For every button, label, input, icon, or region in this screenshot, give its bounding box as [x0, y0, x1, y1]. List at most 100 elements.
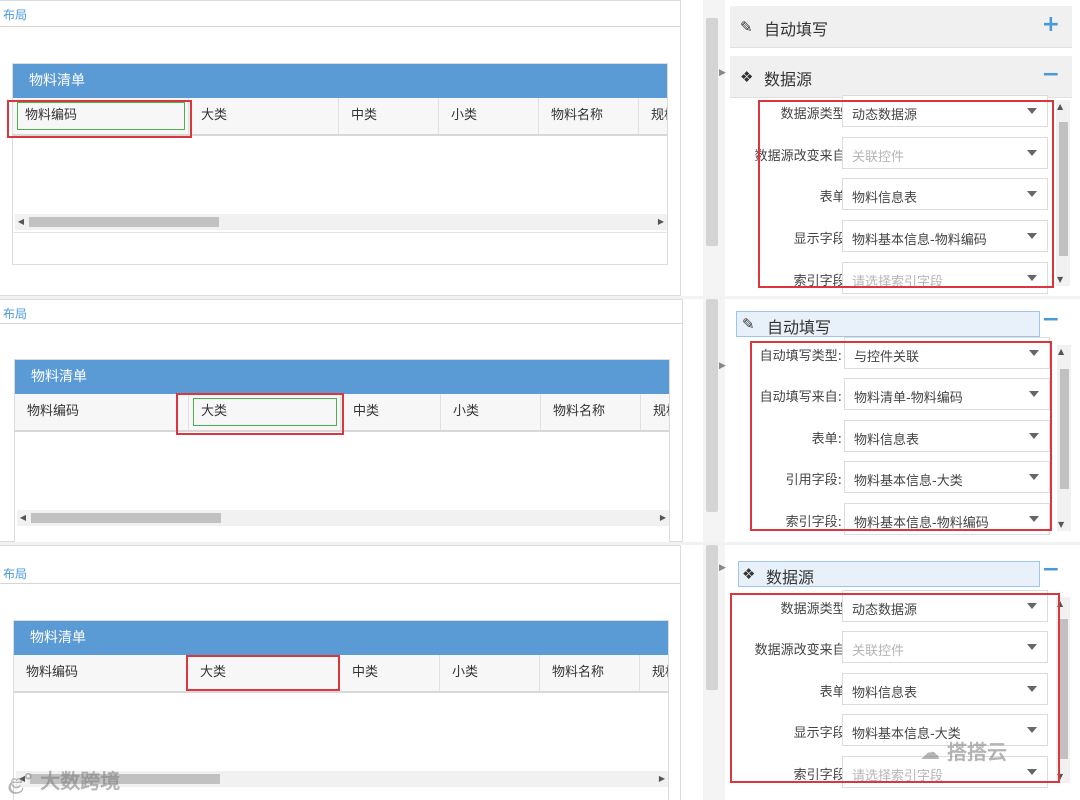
prop-select-form[interactable]: 物料信息表	[844, 420, 1050, 452]
table-header-row: 物料编码 大类 中类 小类 物料名称 规格	[14, 655, 668, 693]
column-header-subcategory[interactable]: 中类	[340, 655, 440, 691]
dropdown-caret-icon	[1027, 275, 1037, 281]
prop-row: 索引字段: 请选择索引字段	[730, 756, 1060, 788]
scrollbar-thumb[interactable]	[1059, 619, 1068, 759]
scroll-right-arrow-icon[interactable]: ▶	[657, 510, 669, 526]
prop-select-form[interactable]: 物料信息表	[842, 673, 1048, 705]
prop-select-autofill-type[interactable]: 与控件关联	[844, 337, 1050, 369]
dropdown-caret-icon	[1027, 150, 1037, 156]
watermark-text: 搭搭云	[946, 740, 1007, 764]
band-1: 布局 物料清单 物料编码 大类 中类 小类 物料名称 规格 ◀ ▶ ▶	[0, 0, 1080, 296]
column-header-minor-category[interactable]: 小类	[441, 394, 541, 430]
expand-icon[interactable]: +	[1042, 12, 1060, 37]
column-header-minor-category[interactable]: 小类	[439, 98, 539, 134]
dropdown-caret-icon	[1027, 644, 1037, 650]
splitter-arrow-icon[interactable]: ▶	[719, 563, 726, 573]
collapse-icon[interactable]: −	[1042, 557, 1060, 582]
vertical-scrollbar[interactable]: ▲ ▼	[1056, 597, 1070, 783]
column-header-category[interactable]: 大类	[188, 655, 340, 691]
scroll-up-arrow-icon[interactable]: ▲	[1057, 102, 1063, 111]
prop-select-datasource-type[interactable]: 动态数据源	[842, 590, 1048, 622]
prop-select-autofill-from[interactable]: 物料清单-物料编码	[844, 378, 1050, 410]
scroll-down-arrow-icon[interactable]: ▼	[1057, 772, 1063, 781]
scrollbar-thumb[interactable]	[1059, 122, 1068, 256]
vertical-scrollbar[interactable]: ▲ ▼	[1057, 345, 1071, 531]
scrollbar-thumb[interactable]	[31, 513, 221, 523]
prop-select-datasource-from[interactable]: 关联控件	[842, 137, 1048, 169]
column-header-spec[interactable]: 规格	[640, 655, 668, 691]
gap	[681, 545, 703, 800]
section-auto-fill[interactable]: ✎ 自动填写 +	[730, 6, 1072, 48]
column-header-subcategory[interactable]: 中类	[339, 98, 439, 134]
horizontal-scrollbar[interactable]: ◀ ▶	[17, 510, 669, 526]
splitter[interactable]: ▶	[703, 545, 726, 800]
prop-label: 数据源改变来自:	[754, 149, 850, 164]
scroll-down-arrow-icon[interactable]: ▼	[1058, 520, 1064, 529]
prop-select-display-field[interactable]: 物料基本信息-物料编码	[842, 220, 1048, 252]
column-header-category[interactable]: 大类	[189, 98, 339, 134]
material-list-table[interactable]: 物料清单 物料编码 大类 中类 小类 物料名称 规格 ◀ ▶	[14, 359, 670, 542]
prop-label: 索引字段:	[785, 515, 842, 530]
column-header-material-code[interactable]: 物料编码	[14, 655, 188, 691]
table-title: 物料清单	[13, 64, 667, 98]
collapse-icon[interactable]: −	[1042, 62, 1060, 87]
prop-select-index-field[interactable]: 请选择索引字段	[842, 262, 1048, 294]
scroll-down-arrow-icon[interactable]: ▼	[1057, 275, 1063, 284]
splitter-arrow-icon[interactable]: ▶	[719, 68, 726, 78]
prop-select-datasource-from[interactable]: 关联控件	[842, 631, 1048, 663]
property-panel: ✎ 自动填写 − 自动填写类型: 与控件关联 自动填写来自: 物料清单-物料编码…	[730, 299, 1072, 542]
column-header-minor-category[interactable]: 小类	[440, 655, 540, 691]
layout-rule	[0, 26, 681, 27]
collapse-icon[interactable]: −	[1042, 307, 1060, 332]
prop-select-reference-field[interactable]: 物料基本信息-大类	[844, 461, 1050, 493]
scroll-right-arrow-icon[interactable]: ▶	[656, 771, 668, 787]
section-data-source[interactable]: ❖ 数据源 −	[730, 56, 1072, 98]
vertical-scrollbar[interactable]: ▲ ▼	[1056, 100, 1070, 286]
scrollbar-thumb[interactable]	[1060, 369, 1069, 489]
prop-row: 自动填写类型: 与控件关联	[730, 337, 1060, 369]
dropdown-caret-icon	[1029, 474, 1039, 480]
scroll-up-arrow-icon[interactable]: ▲	[1058, 347, 1064, 356]
scroll-left-arrow-icon[interactable]: ◀	[17, 510, 29, 526]
scroll-left-arrow-icon[interactable]: ◀	[15, 214, 27, 230]
table-header-row: 物料编码 大类 中类 小类 物料名称 规格	[15, 394, 669, 432]
splitter[interactable]: ▶	[703, 0, 726, 296]
splitter-bar[interactable]	[706, 299, 718, 512]
prop-label: 自动填写类型:	[759, 349, 842, 364]
column-header-material-code[interactable]: 物料编码	[15, 394, 189, 430]
column-header-subcategory[interactable]: 中类	[341, 394, 441, 430]
splitter-bar[interactable]	[706, 18, 718, 246]
column-header-material-name[interactable]: 物料名称	[539, 98, 639, 134]
layout-label: 布局	[3, 8, 28, 22]
scroll-up-arrow-icon[interactable]: ▲	[1057, 599, 1063, 608]
column-header-spec[interactable]: 规格	[639, 98, 667, 134]
layout-label: 布局	[3, 567, 28, 581]
material-list-table[interactable]: 物料清单 物料编码 大类 中类 小类 物料名称 规格 ◀ ▶	[12, 63, 668, 265]
splitter[interactable]: ▶	[703, 299, 726, 542]
column-header-material-name[interactable]: 物料名称	[540, 655, 640, 691]
column-header-material-name[interactable]: 物料名称	[541, 394, 641, 430]
scrollbar-thumb[interactable]	[29, 217, 219, 227]
column-header-material-code[interactable]: 物料编码	[13, 98, 189, 134]
dropdown-caret-icon	[1029, 516, 1039, 522]
prop-row: 索引字段: 请选择索引字段	[730, 262, 1060, 294]
property-panel: ❖ 数据源 − 数据源类型: 动态数据源 数据源改变来自: 关联控件 表单: 物…	[730, 545, 1072, 800]
splitter-arrow-icon[interactable]: ▶	[719, 361, 726, 371]
prop-select-datasource-type[interactable]: 动态数据源	[842, 95, 1048, 127]
section-title: 自动填写	[764, 20, 829, 39]
table-title: 物料清单	[14, 621, 668, 655]
prop-select-form[interactable]: 物料信息表	[842, 178, 1048, 210]
gap	[683, 299, 703, 542]
column-header-category[interactable]: 大类	[189, 394, 341, 430]
section-data-source[interactable]: ❖ 数据源 −	[730, 553, 1072, 595]
scroll-right-arrow-icon[interactable]: ▶	[655, 214, 667, 230]
prop-row: 表单: 物料信息表	[730, 178, 1060, 210]
splitter-bar[interactable]	[706, 545, 718, 690]
column-header-spec[interactable]: 规格	[641, 394, 669, 430]
dropdown-caret-icon	[1029, 391, 1039, 397]
watermark-logo-icon: ළ°	[8, 769, 34, 793]
horizontal-scrollbar[interactable]: ◀ ▶	[15, 214, 667, 230]
dropdown-caret-icon	[1027, 686, 1037, 692]
prop-select-index-field[interactable]: 物料基本信息-物料编码	[844, 503, 1050, 535]
prop-label: 表单:	[811, 432, 842, 447]
